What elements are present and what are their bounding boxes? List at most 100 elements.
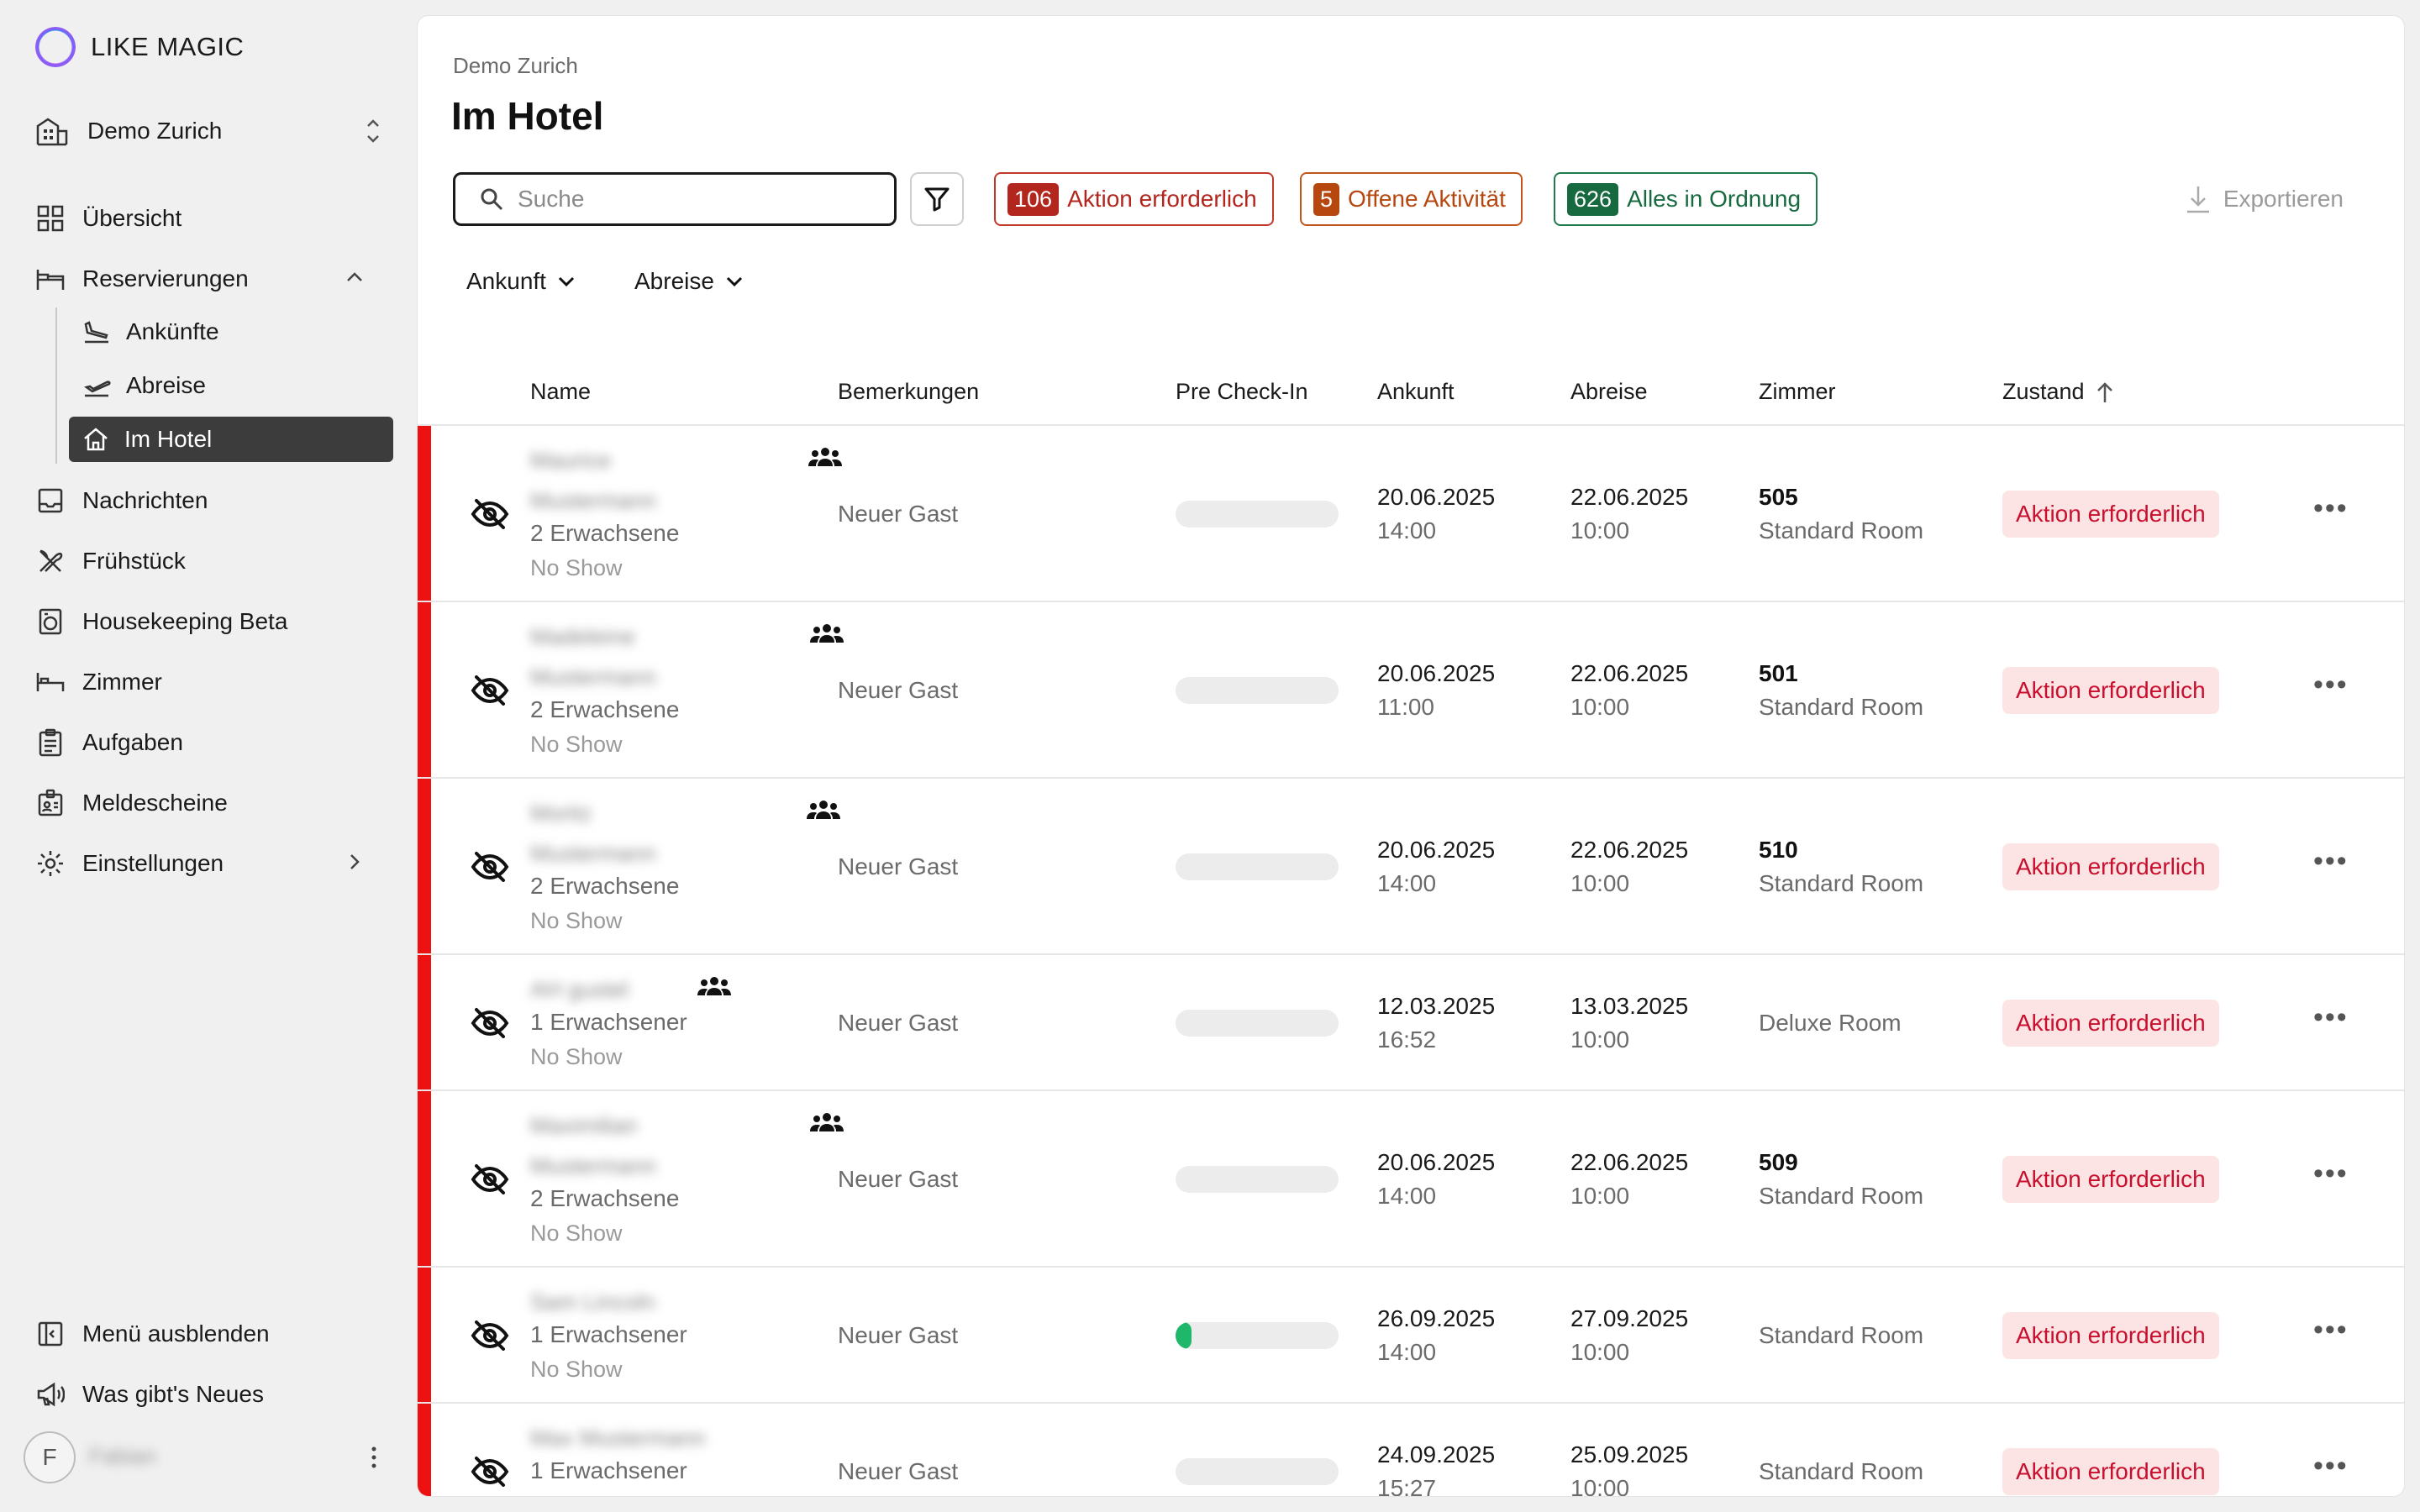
- chevron-up-icon: [347, 272, 362, 281]
- guest-name[interactable]: Max Mustermann: [530, 1425, 706, 1452]
- sidebar-item-label: Übersicht: [82, 205, 182, 231]
- export-label: Exportieren: [2223, 186, 2344, 212]
- guest-last-name[interactable]: Mustermann: [530, 841, 656, 867]
- eye-off-icon[interactable]: [470, 494, 510, 538]
- guest-last-name[interactable]: Mustermann: [530, 1153, 656, 1179]
- departure-date: 22.06.2025: [1570, 1149, 1689, 1175]
- col-state[interactable]: Zustand: [2002, 379, 2115, 405]
- sidebar-subitem-label: Abreise: [126, 372, 206, 398]
- plane-takeoff-icon: [84, 381, 111, 397]
- sidebar-item-registration-forms[interactable]: Meldescheine: [35, 781, 381, 825]
- sidebar-item-breakfast[interactable]: Frühstück: [35, 539, 381, 583]
- guest-count: 1 Erwachsener: [530, 1009, 687, 1035]
- departure-date: 27.09.2025: [1570, 1305, 1689, 1331]
- sidebar-item-departures[interactable]: Abreise: [69, 363, 393, 408]
- guest-first-name[interactable]: Maximilian: [530, 1113, 638, 1139]
- sidebar-collapse-button[interactable]: Menü ausblenden: [35, 1312, 381, 1356]
- sidebar-item-rooms[interactable]: Zimmer: [35, 660, 381, 704]
- departure-time: 10:00: [1570, 870, 1630, 896]
- col-remarks: Bemerkungen: [838, 379, 980, 404]
- more-options-icon[interactable]: •••: [2313, 1158, 2349, 1190]
- sidebar-item-reservations[interactable]: Reservierungen: [35, 257, 381, 301]
- col-arrival[interactable]: Ankunft: [1377, 379, 1455, 405]
- eye-off-icon[interactable]: [470, 1452, 510, 1496]
- more-options-icon[interactable]: •••: [2313, 1450, 2349, 1483]
- guest-first-name[interactable]: Maurice: [530, 448, 611, 474]
- table-row[interactable]: Moritz Mustermann 2 Erwachsene No Show Neuer…: [418, 779, 2404, 955]
- eye-off-icon[interactable]: [470, 1003, 510, 1047]
- table-row[interactable]: Madeleine Mustermann 2 Erwachsene No Show Ne…: [418, 602, 2404, 779]
- status-badge: Aktion erforderlich: [2002, 667, 2219, 714]
- eye-off-icon[interactable]: [470, 847, 510, 891]
- sidebar-item-housekeeping[interactable]: Housekeeping Beta: [35, 600, 381, 643]
- search-box[interactable]: [453, 172, 897, 226]
- table-row[interactable]: Maximilian Mustermann 2 Erwachsene No Show N…: [418, 1091, 2404, 1268]
- precheckin-progress: [1176, 501, 1339, 528]
- search-icon: [481, 188, 503, 211]
- table-row[interactable]: Max Mustermann 1 Erwachsener No Show Neuer …: [418, 1404, 2404, 1496]
- room-cell: Standard Room: [1759, 1455, 1923, 1488]
- col-departure[interactable]: Abreise: [1570, 379, 1648, 405]
- sidebar-item-overview[interactable]: Übersicht: [35, 197, 381, 240]
- sidebar-item-arrivals[interactable]: Ankünfte: [69, 309, 393, 354]
- gear-icon: [35, 848, 66, 879]
- more-options-icon[interactable]: •••: [2313, 1001, 2349, 1034]
- sidebar-item-label: Meldescheine: [82, 790, 228, 816]
- sidebar-item-settings[interactable]: Einstellungen: [35, 842, 381, 885]
- chip-label: Offene Aktivität: [1348, 186, 1506, 212]
- breadcrumb[interactable]: Demo Zurich: [453, 53, 578, 79]
- eye-off-icon[interactable]: [470, 670, 510, 715]
- more-options-icon[interactable]: •••: [2313, 1314, 2349, 1347]
- departure-cell: 13.03.2025 10:00: [1570, 990, 1688, 1057]
- chip-action-required[interactable]: 106 Aktion erforderlich: [994, 172, 1274, 226]
- col-precheckin: Pre Check-In: [1176, 379, 1308, 404]
- export-button[interactable]: Exportieren: [2185, 184, 2344, 214]
- dropdown-label: Abreise: [634, 268, 714, 294]
- guest-name[interactable]: Sam Lincoln: [530, 1289, 655, 1315]
- room-type: Standard Room: [1759, 1183, 1924, 1209]
- arrival-filter-dropdown[interactable]: Ankunft: [466, 268, 576, 295]
- departure-cell: 27.09.2025 10:00: [1570, 1302, 1688, 1369]
- brand-logo[interactable]: LIKE MAGIC: [35, 27, 244, 67]
- remark-text: Neuer Gast: [838, 1458, 959, 1484]
- filter-button[interactable]: [910, 172, 964, 226]
- no-show-tag: No Show: [530, 1357, 623, 1382]
- arrival-date: 12.03.2025: [1377, 993, 1496, 1019]
- avatar[interactable]: F: [24, 1431, 76, 1483]
- more-options-icon[interactable]: •••: [2313, 845, 2349, 878]
- search-input[interactable]: [518, 186, 871, 213]
- eye-off-icon[interactable]: [470, 1315, 510, 1360]
- sidebar-item-tasks[interactable]: Aufgaben: [35, 721, 381, 764]
- departure-filter-dropdown[interactable]: Abreise: [634, 268, 744, 295]
- sidebar-item-messages[interactable]: Nachrichten: [35, 479, 381, 522]
- col-name[interactable]: Name: [530, 379, 591, 405]
- chip-count: 626: [1567, 182, 1619, 216]
- table-row[interactable]: Sam Lincoln 1 Erwachsener No Show Neuer Gas…: [418, 1268, 2404, 1404]
- table-row[interactable]: Maurice Mustermann 2 Erwachsene No Show Neue…: [418, 426, 2404, 602]
- hotel-switcher[interactable]: Demo Zurich: [35, 109, 381, 153]
- table-row[interactable]: AH gustel 1 Erwachsener No Show Neuer Gast 1…: [418, 955, 2404, 1091]
- more-options-icon[interactable]: •••: [2313, 492, 2349, 525]
- room-cell: 501 Standard Room: [1759, 657, 1923, 724]
- room-number: 505: [1759, 484, 1798, 510]
- chip-open-activity[interactable]: 5 Offene Aktivität: [1300, 172, 1523, 226]
- clipboard-icon: [35, 727, 66, 758]
- chip-all-good[interactable]: 626 Alles in Ordnung: [1554, 172, 1818, 226]
- col-room[interactable]: Zimmer: [1759, 379, 1835, 405]
- departure-date: 25.09.2025: [1570, 1441, 1689, 1467]
- guest-name[interactable]: AH gustel: [530, 977, 629, 1003]
- kebab-menu-icon[interactable]: [370, 1445, 378, 1470]
- arrival-cell: 20.06.2025 14:00: [1377, 833, 1495, 900]
- inbox-icon: [35, 486, 66, 516]
- grid-icon: [35, 203, 66, 234]
- guest-first-name[interactable]: Madeleine: [530, 624, 635, 650]
- guest-last-name[interactable]: Mustermann: [530, 664, 656, 690]
- remark-text: Neuer Gast: [838, 1166, 959, 1192]
- eye-off-icon[interactable]: [470, 1159, 510, 1204]
- whats-new-button[interactable]: Was gibt's Neues: [35, 1373, 381, 1416]
- guest-last-name[interactable]: Mustermann: [530, 488, 656, 514]
- sidebar-item-in-house[interactable]: Im Hotel: [69, 417, 393, 462]
- guest-first-name[interactable]: Moritz: [530, 801, 592, 827]
- arrival-date: 20.06.2025: [1377, 484, 1496, 510]
- more-options-icon[interactable]: •••: [2313, 669, 2349, 701]
